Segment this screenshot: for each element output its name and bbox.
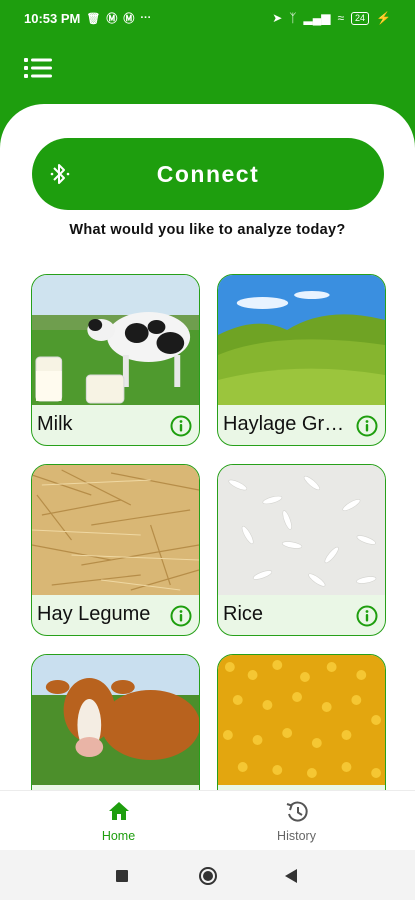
nav-history[interactable]: History [193, 791, 400, 851]
tile-milk[interactable]: Milk [31, 274, 200, 446]
corn-image [218, 655, 385, 785]
nav-home[interactable]: Home [15, 791, 222, 851]
tile-label: Hay Legume [37, 603, 151, 625]
bluetooth-icon [50, 164, 70, 184]
tile-label: Rice [223, 603, 264, 625]
tile-label: Milk [37, 413, 73, 435]
tile-corn[interactable] [217, 654, 386, 794]
notification-icon: Ⓜ [123, 13, 135, 25]
info-icon[interactable] [170, 605, 192, 627]
info-icon[interactable] [356, 415, 378, 437]
connect-button[interactable]: Connect [32, 138, 384, 210]
history-icon [286, 801, 308, 822]
info-icon[interactable] [356, 605, 378, 627]
bottom-navigation: Home History [0, 790, 415, 850]
cow-image [32, 655, 199, 785]
signal-icon: ▂▄▆ [303, 11, 331, 25]
connect-label: Connect [156, 160, 260, 187]
home-button[interactable] [198, 866, 218, 886]
location-icon: ➤ [272, 11, 283, 25]
notification-icon: Ⓜ [106, 13, 118, 25]
milk-image [32, 275, 199, 405]
haylage-grass-image [218, 275, 385, 405]
status-time: 10:53 PM [24, 10, 81, 26]
tile-label: Haylage Grass [223, 413, 351, 435]
tile-cow[interactable] [31, 654, 200, 794]
list-menu-icon[interactable] [24, 55, 52, 81]
more-icon: ··· [140, 12, 152, 24]
home-icon [108, 802, 129, 820]
back-button[interactable] [285, 869, 297, 883]
wifi-icon: ≈ [337, 11, 345, 25]
analyze-prompt: What would you like to analyze today? [69, 222, 346, 238]
tile-rice[interactable]: Rice [217, 464, 386, 636]
recents-button[interactable] [116, 870, 128, 882]
hay-legume-image [32, 465, 199, 595]
tile-haylage-grass[interactable]: Haylage Grass [217, 274, 386, 446]
rice-image [218, 465, 385, 595]
main-content: Connect What would you like to analyze t… [0, 104, 415, 794]
trash-icon: 🗑 [86, 12, 101, 25]
bluetooth-icon: ᛉ [289, 11, 297, 25]
battery-icon: 24 [351, 11, 370, 25]
nav-home-label: Home [101, 829, 136, 843]
tile-hay-legume[interactable]: Hay Legume [31, 464, 200, 636]
system-navigation-bar [0, 850, 415, 900]
info-icon[interactable] [170, 415, 192, 437]
nav-history-label: History [277, 829, 316, 843]
charging-icon: ⚡ [376, 11, 391, 25]
status-bar: 10:53 PM 🗑 Ⓜ Ⓜ ··· ➤ ᛉ ▂▄▆ ≈ 24 ⚡ [0, 0, 415, 36]
